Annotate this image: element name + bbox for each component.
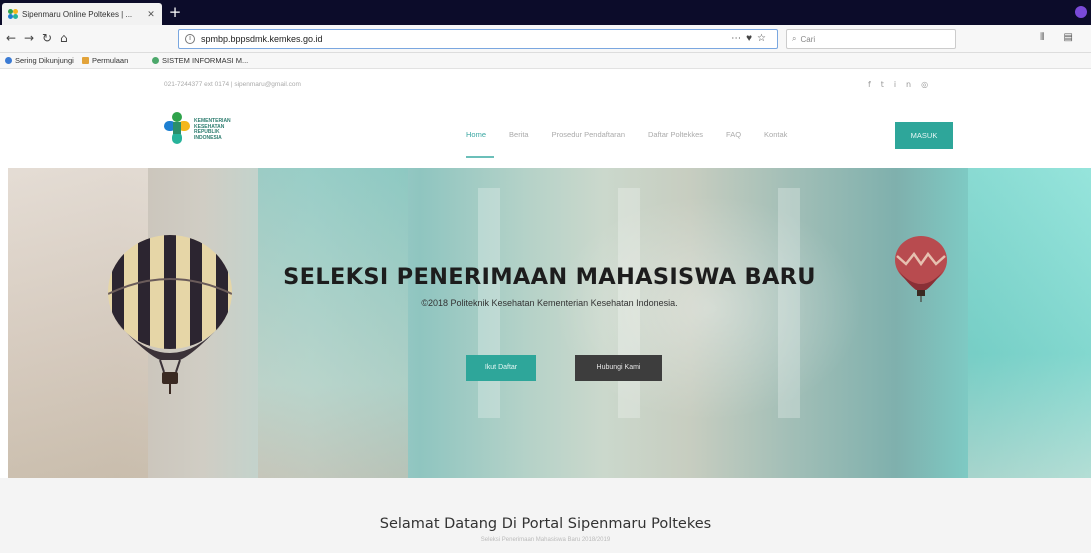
facebook-icon[interactable]: f	[868, 80, 881, 89]
search-placeholder: Cari	[800, 34, 816, 44]
browser-nav-bar: ← → ↻ ⌂ i spmbp.bppsdmk.kemkes.go.id ⋯♥☆…	[0, 25, 1091, 53]
back-arrow-icon[interactable]: ←	[6, 31, 16, 45]
search-icon: ⌕	[792, 34, 797, 43]
tab-close-icon[interactable]: ✕	[146, 9, 156, 20]
menu-berita[interactable]: Berita	[509, 130, 529, 139]
url-bar[interactable]: i spmbp.bppsdmk.kemkes.go.id ⋯♥☆	[178, 29, 778, 49]
kemenkes-logo-icon	[164, 112, 190, 144]
browser-tab-bar: Sipenmaru Online Poltekes | ... ✕ +	[0, 0, 1091, 25]
welcome-subtitle: Seleksi Penerimaan Mahasiswa Baru 2018/2…	[480, 537, 611, 543]
menu-faq[interactable]: FAQ	[726, 130, 741, 139]
hero-title: SELEKSI PENERIMAAN MAHASISWA BARU	[283, 264, 816, 290]
bookmark-item[interactable]: Permulaan	[82, 56, 128, 65]
welcome-section: Selamat Datang Di Portal Sipenmaru Polte…	[0, 478, 1091, 553]
site-info-icon[interactable]: i	[185, 34, 195, 44]
browser-tab[interactable]: Sipenmaru Online Poltekes | ... ✕	[2, 3, 162, 25]
register-button[interactable]: Ikut Daftar	[466, 355, 536, 381]
logo-text: KEMENTERIAN KESEHATAN REPUBLIK INDONESIA	[194, 118, 231, 141]
gear-icon	[5, 57, 12, 64]
menu-prosedur-pendaftaran[interactable]: Prosedur Pendaftaran	[552, 130, 625, 139]
main-menu: Home Berita Prosedur Pendaftaran Daftar …	[466, 130, 810, 158]
contact-info: 021-7244377 ext 0174 | sipenmaru@gmail.c…	[164, 81, 301, 88]
bookmark-item[interactable]: SISTEM INFORMASI M...	[152, 56, 248, 65]
contact-us-button[interactable]: Hubungi Kami	[575, 355, 662, 381]
tab-title: Sipenmaru Online Poltekes | ...	[22, 9, 133, 19]
kemenkes-logo[interactable]: KEMENTERIAN KESEHATAN REPUBLIK INDONESIA	[164, 112, 254, 152]
instagram-icon[interactable]: ◎	[921, 80, 938, 89]
page-actions-icon[interactable]: ⋯♥☆	[731, 33, 771, 44]
kemenkes-favicon-icon	[8, 9, 18, 19]
web-page: 021-7244377 ext 0174 | sipenmaru@gmail.c…	[0, 70, 1091, 553]
url-text: spmbp.bppsdmk.kemkes.go.id	[201, 34, 323, 44]
reload-icon[interactable]: ↻	[42, 31, 52, 45]
forward-arrow-icon[interactable]: →	[24, 31, 34, 45]
menu-home[interactable]: Home	[466, 130, 495, 158]
login-button[interactable]: MASUK	[895, 122, 953, 149]
bookmarks-toolbar: Sering Dikunjungi Permulaan SISTEM INFOR…	[0, 53, 1091, 69]
new-tab-icon[interactable]: +	[167, 4, 183, 20]
hot-air-balloon-left	[108, 235, 232, 394]
site-header: KEMENTERIAN KESEHATAN REPUBLIK INDONESIA…	[0, 100, 1091, 168]
hero-subtitle: ©2018 Politeknik Kesehatan Kementerian K…	[421, 298, 678, 308]
globe-icon	[152, 57, 159, 64]
menu-kontak[interactable]: Kontak	[764, 130, 787, 139]
search-bar[interactable]: ⌕ Cari	[786, 29, 956, 49]
hero-banner: SELEKSI PENERIMAAN MAHASISWA BARU ©2018 …	[8, 168, 1091, 478]
home-icon[interactable]: ⌂	[60, 31, 68, 45]
twitter-icon[interactable]: t	[881, 80, 894, 89]
social-links: ftin◎	[868, 80, 938, 89]
top-contact-strip: 021-7244377 ext 0174 | sipenmaru@gmail.c…	[0, 70, 1091, 100]
linkedin-icon[interactable]: in	[894, 80, 921, 89]
folder-icon	[82, 57, 89, 64]
welcome-title: Selamat Datang Di Portal Sipenmaru Polte…	[379, 516, 712, 532]
bookmark-item[interactable]: Sering Dikunjungi	[5, 56, 74, 65]
library-sidebar-icons[interactable]: ⫴ ▤	[1040, 32, 1081, 43]
firefox-account-icon[interactable]	[1075, 6, 1087, 18]
menu-daftar-poltekkes[interactable]: Daftar Poltekkes	[648, 130, 703, 139]
